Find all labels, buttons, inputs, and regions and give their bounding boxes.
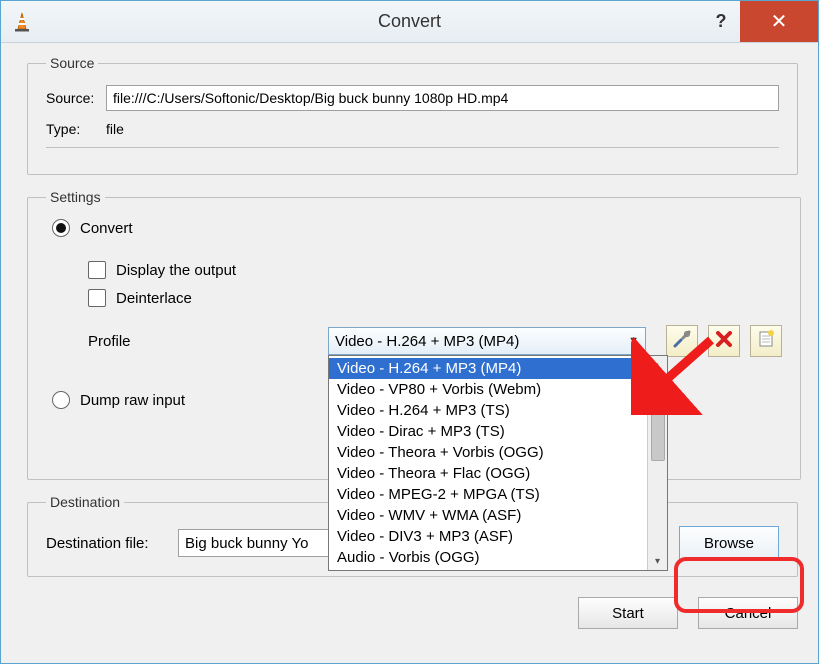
profile-selected-value: Video - H.264 + MP3 (MP4) (335, 333, 519, 350)
wrench-icon (672, 329, 692, 353)
deinterlace-label: Deinterlace (116, 290, 192, 307)
cancel-button[interactable]: Cancel (698, 597, 798, 629)
convert-label: Convert (80, 220, 133, 237)
delete-profile-button[interactable] (708, 325, 740, 357)
close-icon: ✕ (771, 9, 788, 34)
profile-option[interactable]: Audio - Vorbis (OGG) (329, 547, 647, 568)
deinterlace-checkbox[interactable] (88, 289, 106, 307)
profile-option[interactable]: Video - VP80 + Vorbis (Webm) (329, 379, 647, 400)
close-button[interactable]: ✕ (740, 1, 818, 42)
profile-option[interactable]: Video - H.264 + MP3 (TS) (329, 400, 647, 421)
profile-option[interactable]: Video - H.264 + MP3 (MP4) (329, 358, 647, 379)
browse-button[interactable]: Browse (679, 526, 779, 560)
destination-legend: Destination (46, 494, 124, 510)
dialog-body: Source Source: Type: file Settings Conve… (1, 43, 818, 663)
profile-option[interactable]: Video - WMV + WMA (ASF) (329, 505, 647, 526)
convert-radio[interactable] (52, 219, 70, 237)
type-label: Type: (46, 121, 106, 137)
profile-option[interactable]: Video - Theora + Flac (OGG) (329, 463, 647, 484)
new-doc-icon (756, 329, 776, 353)
scrollbar-thumb[interactable] (651, 376, 665, 461)
type-value: file (106, 121, 124, 137)
profile-option[interactable]: Video - Dirac + MP3 (TS) (329, 421, 647, 442)
convert-dialog: Convert ? ✕ Source Source: Type: file Se… (0, 0, 819, 664)
dropdown-scrollbar[interactable]: ▴ ▾ (647, 356, 667, 570)
destination-label: Destination file: (46, 535, 178, 552)
profile-label: Profile (88, 333, 328, 350)
vlc-cone-icon (11, 11, 33, 33)
dialog-button-row: Start Cancel (27, 597, 798, 629)
profile-dropdown: Video - H.264 + MP3 (MP4) Video - VP80 +… (328, 355, 668, 571)
source-legend: Source (46, 55, 98, 71)
source-input[interactable] (106, 85, 779, 111)
new-profile-button[interactable] (750, 325, 782, 357)
settings-legend: Settings (46, 189, 105, 205)
display-output-label: Display the output (116, 262, 236, 279)
titlebar: Convert ? ✕ (1, 1, 818, 43)
source-label: Source: (46, 90, 106, 106)
profile-option[interactable]: Video - Theora + Vorbis (OGG) (329, 442, 647, 463)
settings-group: Settings Convert Display the output Dein… (27, 189, 801, 480)
window-title: Convert (1, 11, 818, 32)
dump-raw-radio[interactable] (52, 391, 70, 409)
profile-select[interactable]: Video - H.264 + MP3 (MP4) ▼ (328, 327, 646, 355)
profile-option-list: Video - H.264 + MP3 (MP4) Video - VP80 +… (329, 356, 647, 570)
delete-x-icon (714, 329, 734, 353)
profile-option[interactable]: Video - MPEG-2 + MPGA (TS) (329, 484, 647, 505)
display-output-checkbox[interactable] (88, 261, 106, 279)
scroll-down-icon[interactable]: ▾ (648, 552, 667, 570)
profile-option[interactable]: Video - DIV3 + MP3 (ASF) (329, 526, 647, 547)
edit-profile-button[interactable] (666, 325, 698, 357)
start-button[interactable]: Start (578, 597, 678, 629)
separator (46, 147, 779, 148)
dump-raw-label: Dump raw input (80, 392, 185, 409)
help-button[interactable]: ? (702, 1, 740, 42)
chevron-down-icon: ▼ (628, 335, 639, 347)
source-group: Source Source: Type: file (27, 55, 798, 175)
scroll-up-icon[interactable]: ▴ (648, 356, 667, 374)
